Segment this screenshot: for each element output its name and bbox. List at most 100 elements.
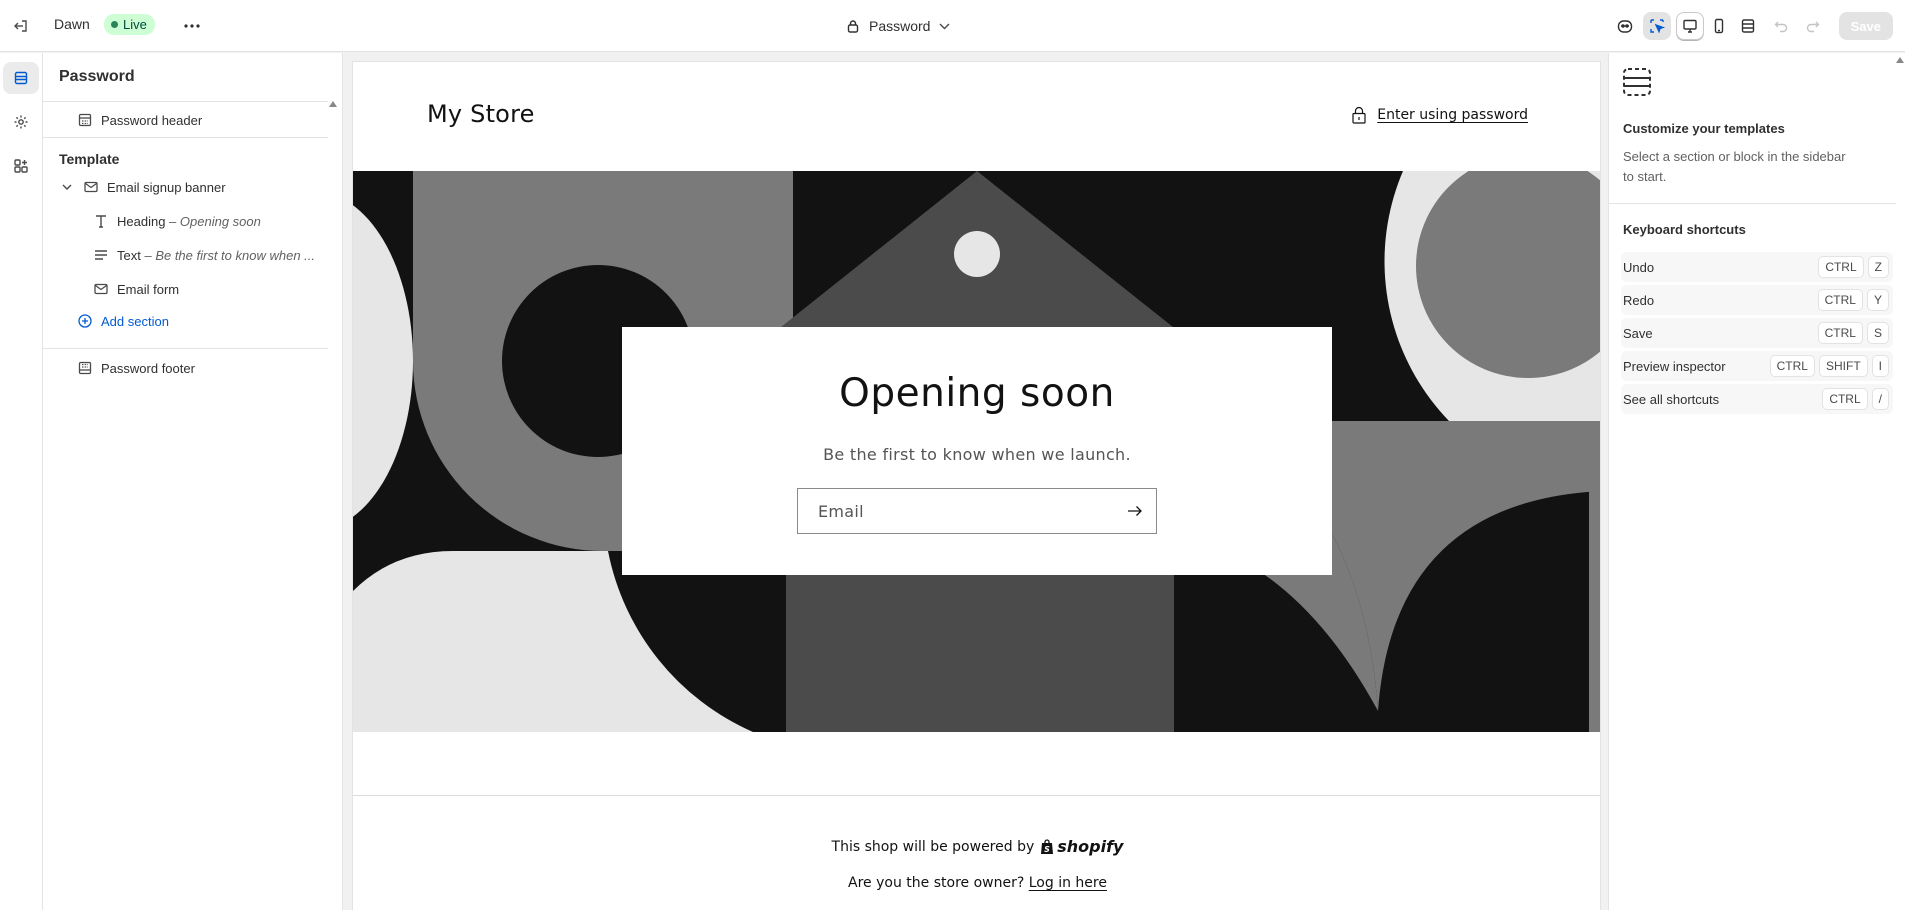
shortcut-keys: CTRL SHIFT I	[1769, 355, 1889, 377]
undo-button[interactable]	[1767, 12, 1795, 40]
redo-button[interactable]	[1799, 12, 1827, 40]
inspector-toggle-button[interactable]	[1642, 12, 1671, 40]
toolbar-right: Save	[1611, 10, 1893, 42]
add-section-label: Add section	[101, 313, 169, 329]
mobile-icon	[1714, 18, 1723, 34]
live-badge: Live	[104, 14, 155, 35]
add-section-button[interactable]: Add section	[77, 306, 169, 336]
chevron-down-icon[interactable]	[59, 179, 75, 195]
divider	[43, 101, 328, 102]
shortcut-keys: CTRL Z	[1818, 256, 1889, 278]
key-cap: CTRL	[1822, 388, 1868, 410]
store-preview[interactable]: My Store Enter using password Opening so…	[352, 61, 1601, 910]
shortcut-label: Save	[1623, 325, 1653, 341]
sidebar-item-label: Password header	[101, 112, 203, 128]
banner-subtext: Be the first to know when we launch.	[823, 445, 1131, 464]
shortcuts-heading: Keyboard shortcuts	[1623, 222, 1746, 237]
email-input[interactable]: Email	[797, 488, 1157, 534]
fullscreen-view-button[interactable]	[1734, 12, 1762, 40]
settings-panel: Customize your templates Select a sectio…	[1608, 53, 1905, 910]
key-cap: S	[1866, 322, 1889, 344]
live-badge-label: Live	[123, 17, 147, 32]
owner-prompt: Are you the store owner?	[848, 875, 1025, 891]
email-signup-banner[interactable]: Opening soon Be the first to know when w…	[353, 171, 1600, 732]
key-cap: Y	[1866, 289, 1889, 311]
block-label: Heading – Opening soon	[117, 214, 261, 229]
scroll-up-arrow-icon[interactable]	[1896, 57, 1904, 63]
powered-by-text: This shop will be powered by S shopify	[353, 837, 1600, 856]
shortcut-label: Preview inspector	[1623, 358, 1726, 374]
shortcut-row-undo: Undo CTRL Z	[1621, 252, 1893, 282]
robot-icon	[1617, 20, 1632, 33]
sections-sidebar: Password Password header Template Email …	[43, 53, 343, 910]
sidebar-block-email-form[interactable]: Email form	[93, 274, 179, 304]
block-detail-separator: –	[165, 213, 180, 229]
desktop-icon	[1682, 19, 1697, 33]
sidebar-title: Password	[59, 68, 135, 85]
password-header[interactable]: My Store Enter using password	[353, 62, 1600, 171]
block-label: Text – Be the first to know when ...	[117, 248, 315, 263]
exit-icon[interactable]	[8, 13, 34, 39]
text-heading-icon	[93, 213, 109, 229]
enter-password-link[interactable]: Enter using password	[1351, 106, 1528, 124]
fullwidth-icon	[1741, 19, 1754, 33]
chevron-down-icon	[939, 23, 950, 29]
theme-settings-nav-button[interactable]	[3, 106, 39, 138]
powered-by-label: This shop will be powered by	[831, 838, 1035, 855]
header-section-icon	[77, 112, 93, 128]
sidebar-block-text[interactable]: Text – Be the first to know when ...	[93, 240, 315, 270]
text-paragraph-icon	[93, 247, 109, 263]
more-actions-button[interactable]	[178, 13, 206, 39]
shortcut-row-see-all[interactable]: See all shortcuts CTRL /	[1621, 384, 1893, 414]
login-link[interactable]: Log in here	[1029, 875, 1107, 891]
block-name: Email form	[117, 281, 180, 297]
divider	[43, 348, 328, 349]
store-owner-text: Are you the store owner? Log in here	[353, 875, 1600, 891]
sidebar-item-email-signup-banner[interactable]: Email signup banner	[59, 172, 226, 202]
sidebar-item-password-footer[interactable]: Password footer	[77, 353, 195, 383]
plus-circle-icon	[77, 313, 93, 329]
theme-name[interactable]: Dawn	[54, 16, 90, 32]
block-name: Heading	[117, 213, 166, 229]
sections-nav-button[interactable]	[3, 62, 39, 94]
viewport-toggle	[1675, 11, 1763, 41]
panel-title: Customize your templates	[1623, 121, 1785, 136]
sidebar-item-password-header[interactable]: Password header	[77, 105, 202, 135]
shopify-logo[interactable]: S shopify	[1040, 837, 1123, 856]
key-cap: I	[1871, 355, 1889, 377]
shortcut-row-redo: Redo CTRL Y	[1621, 285, 1893, 315]
sidebar-item-label: Email signup banner	[107, 179, 226, 195]
key-cap: CTRL	[1818, 256, 1864, 278]
shortcut-row-save: Save CTRL S	[1621, 318, 1893, 348]
enter-password-label: Enter using password	[1377, 107, 1528, 123]
top-bar: Dawn Live Password Save	[0, 0, 1905, 52]
sidebar-block-heading[interactable]: Heading – Opening soon	[93, 206, 261, 236]
mobile-view-button[interactable]	[1705, 12, 1733, 40]
ellipsis-icon	[184, 24, 200, 28]
template-group-heading: Template	[59, 151, 120, 167]
signup-card: Opening soon Be the first to know when w…	[622, 327, 1332, 575]
email-placeholder: Email	[818, 502, 864, 521]
desktop-view-button[interactable]	[1675, 12, 1704, 40]
email-icon	[93, 281, 109, 297]
shopify-brand: shopify	[1057, 837, 1124, 856]
gear-icon	[14, 115, 28, 129]
shortcut-label: Redo	[1623, 292, 1655, 308]
arrow-right-icon[interactable]	[1124, 501, 1146, 521]
scroll-up-arrow-icon[interactable]	[329, 101, 337, 107]
block-name: Text	[117, 247, 141, 263]
page-selector[interactable]: Password	[846, 13, 950, 39]
ai-assistant-button[interactable]	[1611, 12, 1639, 40]
footer-divider	[353, 795, 1600, 796]
store-name: My Store	[427, 100, 535, 128]
shortcut-keys: CTRL /	[1822, 388, 1889, 410]
save-button[interactable]: Save	[1838, 12, 1893, 40]
email-section-icon	[83, 179, 99, 195]
svg-text:S: S	[1044, 845, 1050, 854]
panel-description: Select a section or block in the sidebar…	[1623, 149, 1846, 184]
divider	[43, 137, 328, 138]
apps-nav-button[interactable]	[3, 150, 39, 182]
template-customize-icon	[1621, 66, 1653, 103]
key-cap: CTRL	[1817, 322, 1863, 344]
page-selector-label: Password	[869, 18, 931, 34]
